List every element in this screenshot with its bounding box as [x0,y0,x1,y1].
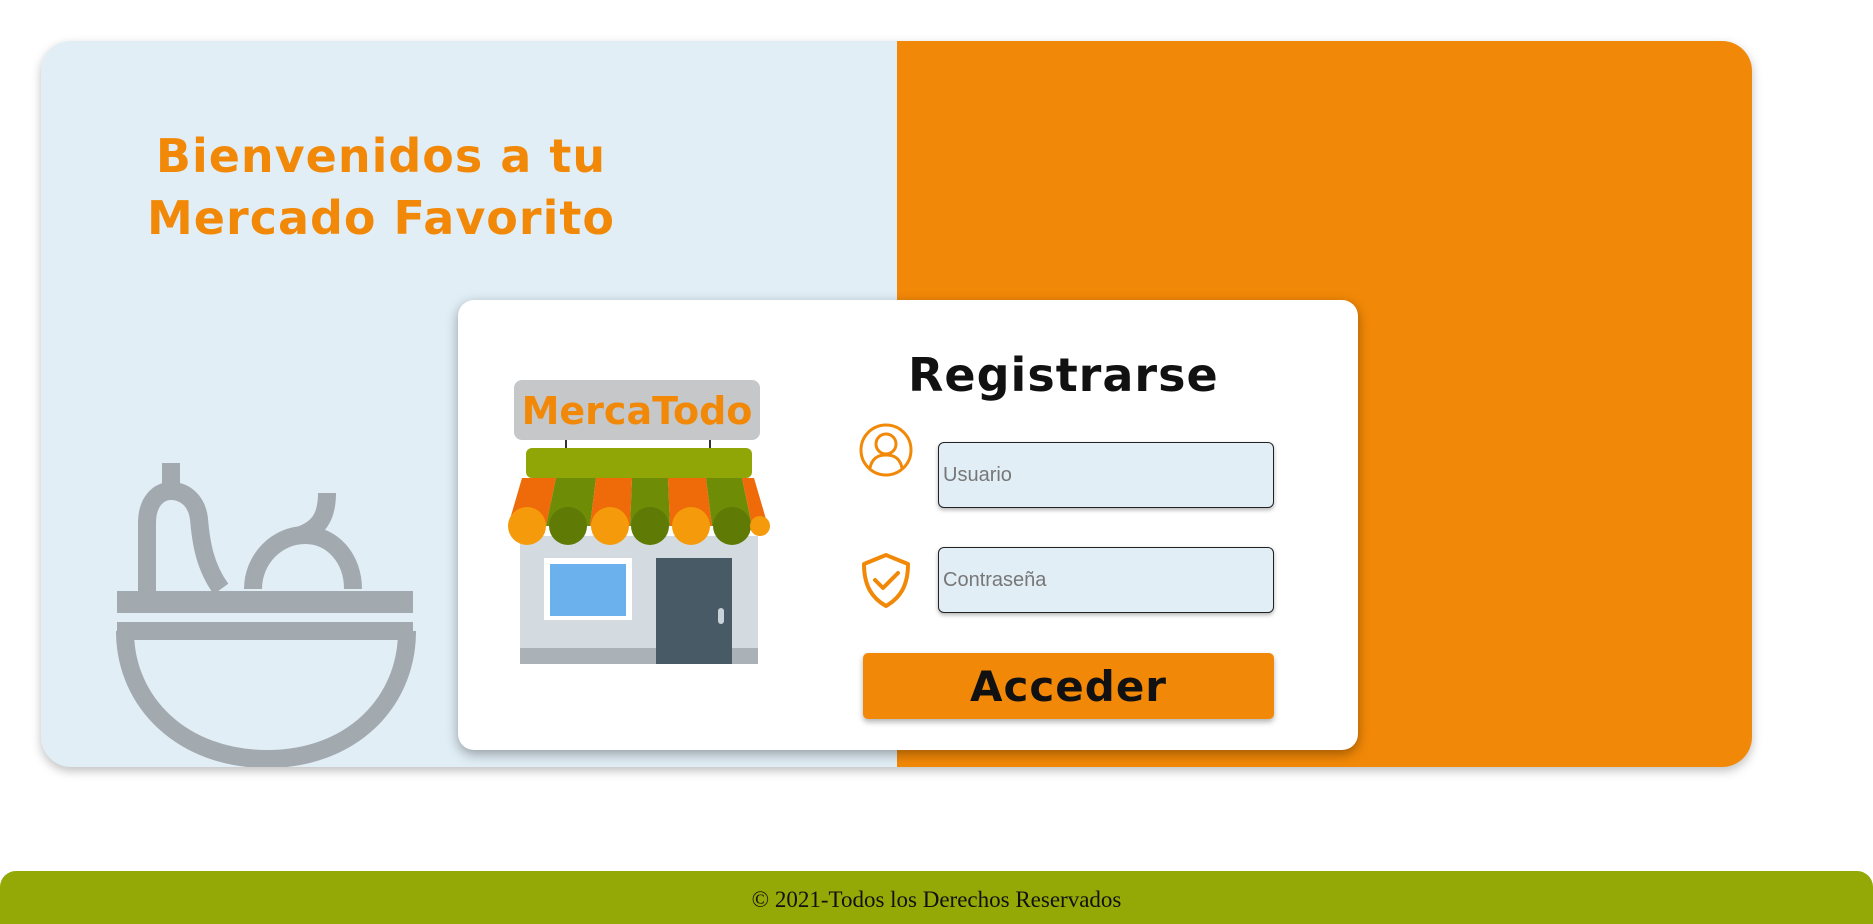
welcome-heading: Bienvenidos a tu Mercado Favorito [141,125,621,249]
welcome-line-2: Mercado Favorito [147,191,615,245]
welcome-line-1: Bienvenidos a tu [155,129,607,183]
footer: © 2021-Todos los Derechos Reservados [0,871,1873,924]
username-field[interactable] [938,442,1274,508]
login-button[interactable]: Acceder [863,653,1274,719]
fruit-basket-icon [116,463,416,767]
password-field[interactable] [938,547,1274,613]
store-sign-text: MercaTodo [522,389,753,433]
form-title: Registrarse [908,348,1219,402]
login-card: MercaTodo Registrarse Usuario Acceder [458,300,1358,750]
store-icon: MercaTodo [508,380,770,664]
shield-check-icon [862,553,910,608]
footer-text: © 2021-Todos los Derechos Reservados [751,887,1122,912]
hero-panel: Bienvenidos a tu Mercado Favorito MercaT… [41,41,1752,767]
user-icon [859,423,913,477]
